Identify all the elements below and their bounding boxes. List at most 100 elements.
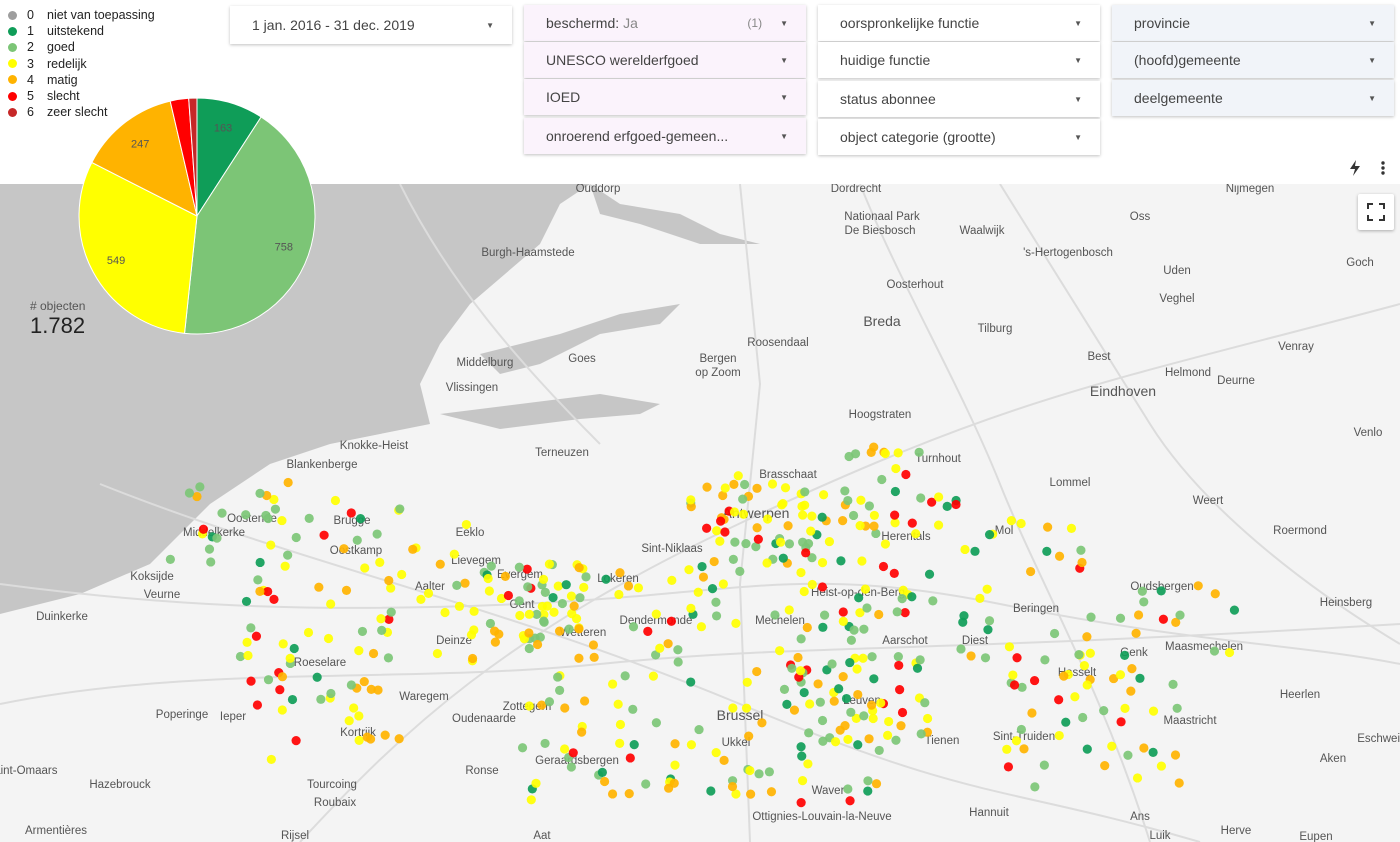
map-data-point[interactable]: [850, 449, 861, 459]
map-data-point[interactable]: [673, 657, 683, 667]
map-data-point[interactable]: [745, 765, 755, 776]
map-data-point[interactable]: [312, 672, 322, 682]
map-data-point[interactable]: [354, 646, 364, 656]
map-data-point[interactable]: [984, 616, 995, 626]
map-data-point[interactable]: [1016, 724, 1027, 735]
map-data-point[interactable]: [648, 671, 658, 681]
map-data-point[interactable]: [862, 603, 872, 613]
map-data-point[interactable]: [729, 507, 740, 517]
map-data-point[interactable]: [349, 703, 359, 713]
map-data-point[interactable]: [553, 672, 563, 682]
map-data-point[interactable]: [843, 784, 853, 794]
map-data-point[interactable]: [346, 680, 356, 690]
map-data-point[interactable]: [537, 601, 547, 612]
map-data-point[interactable]: [817, 715, 828, 726]
map-data-point[interactable]: [663, 639, 673, 649]
filter-unesco[interactable]: UNESCO werelderfgoed ▼: [524, 42, 806, 78]
map-data-point[interactable]: [1135, 673, 1145, 683]
map-data-point[interactable]: [980, 653, 991, 663]
map-data-point[interactable]: [629, 740, 639, 750]
map-data-point[interactable]: [983, 625, 993, 635]
map-data-point[interactable]: [575, 593, 585, 603]
map-data-point[interactable]: [539, 617, 549, 627]
map-data-point[interactable]: [866, 700, 877, 710]
map-data-point[interactable]: [666, 616, 677, 626]
map-data-point[interactable]: [1019, 744, 1029, 754]
map-data-point[interactable]: [869, 521, 879, 531]
map-data-point[interactable]: [246, 623, 256, 633]
map-data-point[interactable]: [838, 672, 848, 682]
map-data-point[interactable]: [898, 585, 908, 595]
map-data-point[interactable]: [706, 786, 716, 796]
map-data-point[interactable]: [544, 697, 555, 707]
map-data-point[interactable]: [242, 637, 252, 647]
map-data-point[interactable]: [571, 614, 582, 624]
map-data-point[interactable]: [597, 767, 607, 778]
map-data-point[interactable]: [655, 643, 665, 653]
map-data-point[interactable]: [848, 510, 859, 521]
map-data-point[interactable]: [574, 653, 584, 663]
map-data-point[interactable]: [483, 573, 493, 584]
map-data-point[interactable]: [897, 707, 908, 718]
map-data-point[interactable]: [1116, 717, 1126, 727]
map-data-point[interactable]: [799, 586, 809, 597]
map-data-point[interactable]: [360, 563, 370, 573]
map-data-point[interactable]: [942, 501, 952, 511]
map-data-point[interactable]: [975, 593, 985, 603]
map-data-point[interactable]: [1040, 655, 1050, 665]
map-data-point[interactable]: [686, 495, 696, 505]
map-data-point[interactable]: [566, 762, 576, 772]
map-data-point[interactable]: [912, 663, 923, 673]
map-data-point[interactable]: [452, 580, 462, 590]
map-data-point[interactable]: [693, 587, 703, 597]
map-data-point[interactable]: [752, 666, 762, 677]
map-data-point[interactable]: [548, 592, 558, 603]
map-data-point[interactable]: [982, 584, 992, 594]
map-data-point[interactable]: [720, 483, 730, 493]
map-data-point[interactable]: [762, 514, 773, 524]
map-data-point[interactable]: [670, 760, 680, 770]
map-data-point[interactable]: [1224, 647, 1235, 658]
map-data-point[interactable]: [277, 515, 287, 526]
map-data-point[interactable]: [1099, 706, 1109, 716]
map-data-point[interactable]: [779, 684, 790, 694]
map-data-point[interactable]: [711, 747, 721, 758]
map-data-point[interactable]: [827, 659, 837, 669]
map-data-point[interactable]: [1004, 642, 1015, 652]
map-data-point[interactable]: [544, 559, 555, 569]
map-data-point[interactable]: [241, 510, 251, 520]
map-data-point[interactable]: [796, 567, 806, 578]
map-data-point[interactable]: [907, 592, 917, 602]
map-data-point[interactable]: [549, 607, 559, 617]
map-data-point[interactable]: [1229, 605, 1240, 615]
map-data-point[interactable]: [817, 512, 827, 522]
map-data-point[interactable]: [538, 574, 549, 584]
map-data-point[interactable]: [1100, 761, 1110, 771]
map-data-point[interactable]: [789, 705, 800, 715]
map-data-point[interactable]: [354, 735, 364, 745]
map-data-point[interactable]: [858, 653, 868, 663]
map-data-point[interactable]: [607, 789, 618, 799]
map-data-point[interactable]: [1042, 546, 1052, 556]
map-data-point[interactable]: [813, 679, 823, 689]
map-data-point[interactable]: [1074, 649, 1084, 660]
map-data-point[interactable]: [712, 526, 722, 536]
map-data-point[interactable]: [524, 609, 534, 619]
map-data-point[interactable]: [651, 609, 661, 619]
map-data-point[interactable]: [1172, 703, 1182, 713]
map-data-point[interactable]: [195, 482, 205, 492]
map-data-point[interactable]: [766, 787, 777, 797]
map-data-point[interactable]: [357, 626, 368, 637]
map-data-point[interactable]: [796, 742, 806, 752]
map-data-point[interactable]: [892, 607, 902, 617]
map-data-point[interactable]: [728, 703, 738, 713]
map-data-point[interactable]: [782, 699, 792, 709]
map-data-point[interactable]: [423, 588, 434, 598]
map-data-point[interactable]: [796, 798, 806, 808]
map-data-point[interactable]: [314, 582, 324, 592]
map-data-point[interactable]: [416, 594, 426, 604]
map-data-point[interactable]: [253, 575, 263, 585]
map-data-point[interactable]: [841, 693, 852, 704]
map-data-point[interactable]: [344, 716, 354, 726]
map-data-point[interactable]: [686, 603, 696, 613]
